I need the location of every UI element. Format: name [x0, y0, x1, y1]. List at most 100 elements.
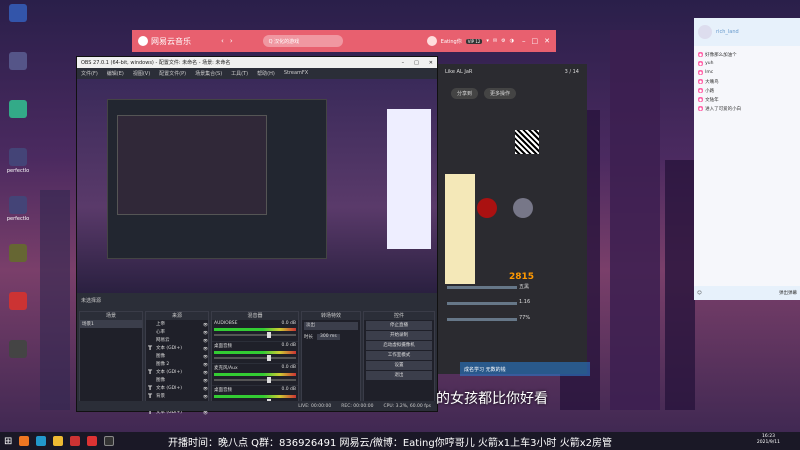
desktop-icon[interactable] [2, 336, 34, 382]
eye-icon[interactable]: 👁 [203, 346, 208, 351]
desktop-icon[interactable] [2, 288, 34, 334]
netease-search-input[interactable]: Q 汉化的游戏 [262, 35, 343, 47]
source-item[interactable]: T文本 (GDI+) 👁 [146, 344, 208, 352]
control-button[interactable]: 退出 [366, 371, 432, 380]
netease-app-name: 网易云音乐 [151, 36, 191, 46]
avatar[interactable] [426, 36, 437, 46]
obs-menu-item[interactable]: 配置文件(P) [159, 70, 186, 77]
control-button[interactable]: 启动虚拟摄像机 [366, 341, 432, 350]
eye-icon[interactable]: 👁 [203, 330, 208, 335]
mixer-db: 0.0 dB [281, 321, 296, 326]
source-item[interactable]: T文本 (GDI+) 👁 [146, 368, 208, 376]
more-button[interactable]: 更多操作 [484, 88, 517, 99]
control-button[interactable]: 开始录制 [366, 331, 432, 340]
obs-menu-item[interactable]: 编辑(E) [107, 70, 124, 77]
obs-close-icon[interactable]: ✕ [429, 60, 433, 66]
folder-icon[interactable] [53, 436, 64, 446]
eye-icon[interactable]: 👁 [203, 362, 208, 367]
chat-bottom-label[interactable]: 弹出弹幕 [779, 290, 797, 296]
obs-preview[interactable] [77, 79, 437, 293]
transition-select[interactable]: 淡出 [304, 322, 358, 330]
desktop-icon[interactable] [2, 0, 34, 46]
eye-icon[interactable]: 👁 [203, 378, 208, 383]
eye-icon[interactable]: 👁 [203, 354, 208, 359]
source-item[interactable]: 心率 👁 [146, 328, 208, 336]
chat-message: ◆ 进入了可爱的小白 [694, 104, 800, 113]
mixer-channel-name: AUDIOBSE [214, 321, 238, 326]
mail-icon[interactable]: ✉ [493, 38, 497, 44]
stat-1: 五黑 [519, 284, 530, 290]
transitions-dock: 转场特效 淡出 时长 300 ms [301, 311, 361, 403]
eye-icon[interactable]: 👁 [203, 370, 208, 375]
obs-menu-item[interactable]: 场景集合(S) [195, 70, 222, 77]
desktop-icon[interactable] [2, 48, 34, 94]
control-button[interactable]: 设置 [366, 361, 432, 370]
desktop-icon[interactable] [2, 96, 34, 142]
netease-taskbar-icon[interactable] [87, 436, 98, 446]
netease-user[interactable]: Eating你 VIP 12 ▾ ✉ ⚙ ◑ [426, 36, 514, 46]
chat-header: rich_land [694, 18, 800, 46]
forward-icon[interactable]: › [230, 37, 233, 45]
obs-menu-item[interactable]: 视图(V) [133, 70, 150, 77]
scene-item[interactable]: 场景1 [80, 320, 142, 328]
source-item[interactable]: 图像 👁 [146, 352, 208, 360]
lyric-highlight: 成名学习 无数的钱 [460, 362, 590, 376]
edge-icon[interactable] [36, 436, 47, 446]
source-item[interactable]: 图像 2 👁 [146, 360, 208, 368]
desktop-icon[interactable]: perfectlo [2, 144, 34, 190]
volume-meter [214, 395, 296, 398]
minimize-icon[interactable]: – [522, 37, 526, 45]
obs-minimize-icon[interactable]: – [402, 60, 405, 66]
eye-icon[interactable]: 👁 [203, 394, 208, 399]
gear-icon[interactable]: ⚙ [501, 38, 505, 44]
source-item[interactable]: T 背景 👁 [146, 392, 208, 400]
source-item[interactable]: T文本 (GDI+) 👁 [146, 384, 208, 392]
badge-icon: ◆ [698, 61, 704, 66]
control-button[interactable]: 工作室模式 [366, 351, 432, 360]
desktop-app-icon [9, 100, 27, 118]
control-button[interactable]: 停止直播 [366, 321, 432, 330]
eye-icon[interactable]: 👁 [203, 322, 208, 327]
source-item[interactable]: 图像 👁 [146, 376, 208, 384]
desktop-app-icon [9, 148, 27, 166]
source-type-icon: T [148, 392, 153, 400]
mixer-dock: 混音器 AUDIOBSE 0.0 dB 桌面音频 0.0 dB 麦克风/Aux 0.0 d… [211, 311, 299, 408]
volume-slider[interactable] [214, 332, 296, 338]
desktop-icon[interactable] [2, 240, 34, 286]
maximize-icon[interactable]: □ [532, 37, 539, 45]
close-icon[interactable]: ✕ [544, 37, 550, 45]
browser-icon[interactable] [19, 436, 30, 446]
source-name: 网易云 [156, 338, 170, 343]
eye-icon[interactable]: 👁 [203, 338, 208, 343]
obs-taskbar-icon[interactable] [104, 436, 115, 446]
netease-title-bar: 网易云音乐 ‹ › Q 汉化的游戏 Eating你 VIP 12 ▾ ✉ ⚙ ◑ … [132, 30, 556, 52]
source-item[interactable]: 上帝 👁 [146, 320, 208, 328]
desktop-icon[interactable]: perfectlo [2, 192, 34, 238]
no-source-label: 未选择源 [81, 298, 102, 304]
skin-icon[interactable]: ◑ [510, 38, 514, 44]
eye-icon[interactable]: 👁 [203, 386, 208, 391]
volume-slider[interactable] [214, 355, 296, 361]
vip-badge: VIP 12 [465, 38, 483, 44]
emoji-icon[interactable]: ☺ [697, 291, 702, 296]
desktop-app-icon [9, 52, 27, 70]
controls-header: 控件 [364, 312, 434, 320]
volume-slider[interactable] [214, 377, 296, 383]
chat-panel: rich_land ◆ 好像那么加油个 ◆ yuh ◆ lmc ◆ 大嘴鸟 ◆ 小路 ◆ 文陆年 ◆ 进入… [694, 18, 800, 300]
duration-input[interactable]: 300 ms [317, 334, 340, 340]
obs-menu-item[interactable]: 帮助(H) [257, 70, 275, 77]
page-indicator: 3 / 14 [564, 69, 579, 75]
app-icon[interactable] [70, 436, 81, 446]
badge-icon: ◆ [698, 52, 704, 57]
chat-message-text: yuh [705, 61, 714, 66]
obs-menu-item[interactable]: 工具(T) [231, 70, 248, 77]
dropdown-icon[interactable]: ▾ [486, 38, 489, 44]
obs-maximize-icon[interactable]: □ [414, 60, 419, 66]
source-item[interactable]: 网易云 👁 [146, 336, 208, 344]
stream-marquee: 开播时间：晚八点 Q群：836926491 网易云/微博：Eating你哼哥儿 … [168, 438, 612, 449]
obs-menu-item[interactable]: StreamFX [284, 70, 308, 76]
back-icon[interactable]: ‹ [221, 37, 224, 45]
start-icon[interactable]: ⊞ [4, 436, 12, 447]
obs-menu-item[interactable]: 文件(F) [81, 70, 98, 77]
share-button[interactable]: 分享到 [451, 88, 479, 99]
